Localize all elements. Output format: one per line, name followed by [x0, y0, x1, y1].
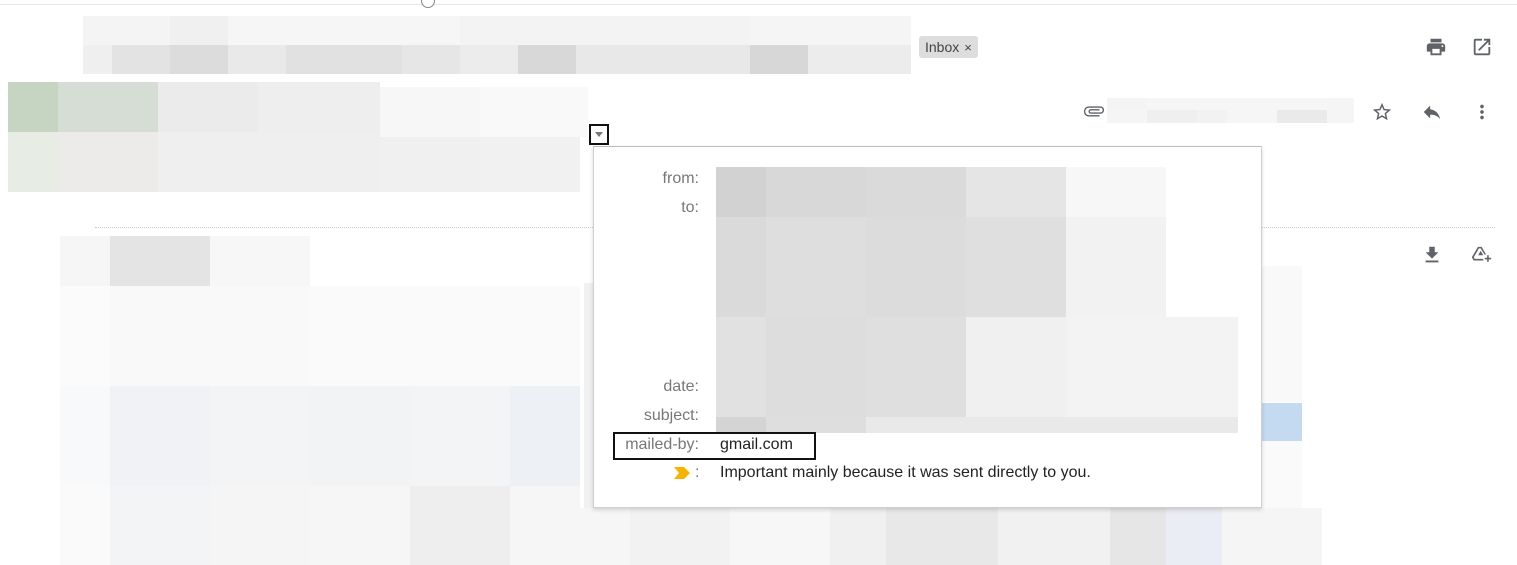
date-label: date:	[663, 378, 699, 395]
importance-separator: :	[695, 464, 700, 481]
reply-icon[interactable]	[1418, 98, 1446, 126]
top-divider	[0, 4, 1517, 5]
add-to-drive-icon[interactable]	[1468, 241, 1496, 269]
to-label: to:	[681, 199, 699, 216]
remove-label-icon[interactable]: ×	[964, 40, 972, 55]
message-details-popup: from: to: date: subject: mailed-by: gmai…	[593, 146, 1262, 508]
more-vert-icon[interactable]	[1468, 98, 1496, 126]
from-label: from:	[662, 170, 699, 187]
star-icon[interactable]	[1368, 98, 1396, 126]
chevron-down-icon	[595, 132, 603, 137]
inbox-label-chip[interactable]: Inbox ×	[919, 36, 978, 58]
mailed-by-highlight	[613, 432, 816, 460]
print-icon[interactable]	[1422, 33, 1450, 61]
paperclip-icon	[1081, 98, 1107, 124]
importance-marker-icon	[674, 467, 690, 479]
subject-label: subject:	[643, 407, 699, 424]
importance-reason: Important mainly because it was sent dir…	[720, 464, 1091, 481]
inbox-label-text: Inbox	[925, 39, 960, 55]
download-icon[interactable]	[1418, 241, 1446, 269]
radio-indicator	[421, 0, 435, 8]
open-in-new-window-icon[interactable]	[1468, 33, 1496, 61]
show-details-dropdown-button[interactable]	[589, 124, 609, 145]
